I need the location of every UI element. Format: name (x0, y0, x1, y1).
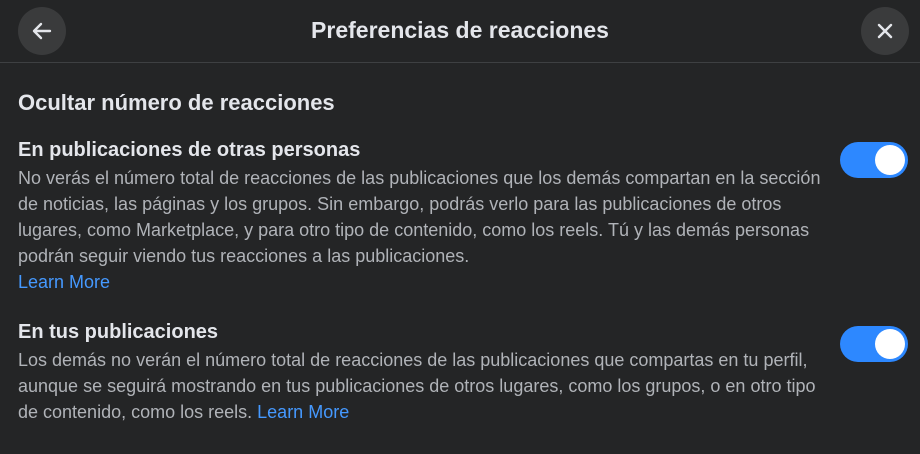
toggle-knob (875, 329, 905, 359)
reaction-preferences-dialog: Preferencias de reacciones Ocultar númer… (0, 0, 920, 454)
section-title: Ocultar número de reacciones (18, 90, 335, 115)
option-others-posts: En publicaciones de otras personas No ve… (18, 136, 908, 295)
dialog-header: Preferencias de reacciones (0, 0, 920, 63)
close-button[interactable] (861, 7, 909, 55)
your-posts-toggle[interactable] (840, 326, 908, 362)
option-title: En publicaciones de otras personas (18, 139, 361, 161)
others-posts-toggle[interactable] (840, 142, 908, 178)
learn-more-link[interactable]: Learn More (257, 402, 349, 422)
option-description: Los demás no verán el número total de re… (18, 347, 826, 425)
toggle-knob (875, 145, 905, 175)
option-description: No verás el número total de reacciones d… (18, 165, 826, 295)
option-title: En tus publicaciones (18, 321, 219, 343)
option-description-text: No verás el número total de reacciones d… (18, 168, 821, 266)
dialog-title: Preferencias de reacciones (311, 17, 609, 43)
close-icon (877, 23, 893, 39)
option-description-text: Los demás no verán el número total de re… (18, 350, 816, 422)
learn-more-link[interactable]: Learn More (18, 272, 110, 292)
option-your-posts: En tus publicaciones Los demás no verán … (18, 318, 908, 425)
